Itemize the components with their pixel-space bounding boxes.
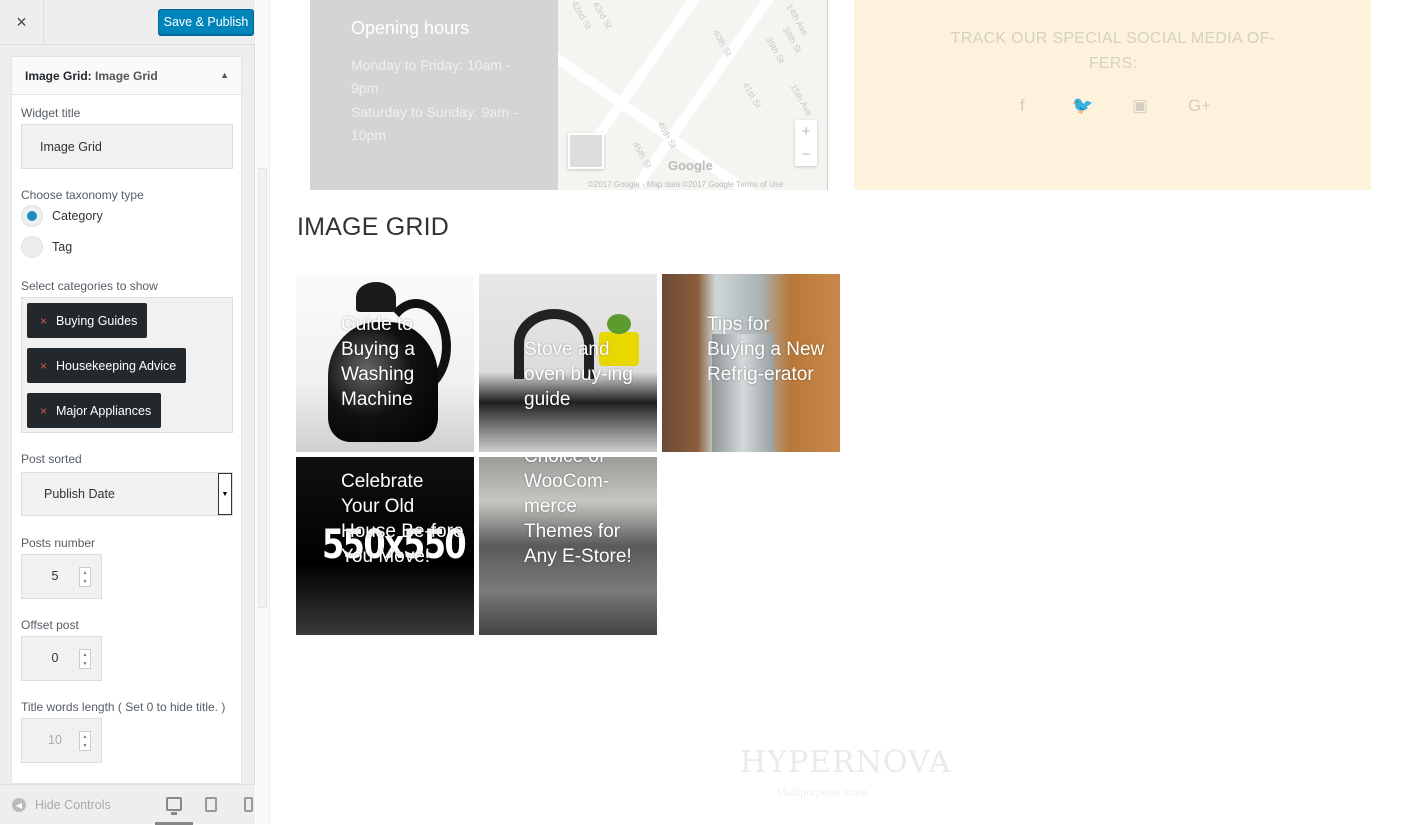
- customizer-sidebar: × Save & Publish Image Grid: Image Grid …: [0, 0, 255, 825]
- opening-hours-title: Opening hours: [351, 18, 470, 38]
- taxonomy-label: Choose taxonomy type: [21, 188, 144, 202]
- remove-icon[interactable]: ×: [40, 404, 47, 418]
- category-chip[interactable]: × Buying Guides: [27, 303, 148, 338]
- site-preview: Opening hours Monday to Friday: 10am - 9…: [272, 0, 1411, 824]
- post-sorted-label: Post sorted: [21, 452, 82, 466]
- offset-label: Offset post: [21, 618, 79, 632]
- desktop-preview-icon[interactable]: [166, 797, 182, 815]
- grid-tile[interactable]: Tips for Buying a New Refrig-erator: [662, 274, 840, 452]
- remove-icon[interactable]: ×: [40, 314, 47, 328]
- facebook-icon[interactable]: f: [1020, 96, 1025, 116]
- chevron-down-icon[interactable]: ▼: [218, 473, 232, 515]
- collapse-icon: ◀: [12, 798, 26, 812]
- grid-tile-title[interactable]: Guide to Buying a Washing Machine: [341, 312, 466, 412]
- satellite-thumbnail[interactable]: [568, 133, 604, 169]
- widget-header[interactable]: Image Grid: Image Grid ▲: [12, 57, 241, 95]
- mobile-preview-icon[interactable]: [244, 797, 253, 812]
- zoom-out-icon[interactable]: −: [795, 143, 817, 166]
- map-street-label: 39th St: [763, 35, 787, 65]
- google-plus-icon[interactable]: G+: [1188, 96, 1211, 116]
- opening-hours-line: Saturday to Sunday: 9am - 10pm: [351, 104, 518, 143]
- category-chip[interactable]: × Major Appliances: [27, 393, 162, 428]
- map-embed[interactable]: 42nd St 43rd St 14th Ave 40th St 39th St…: [558, 0, 828, 190]
- instagram-icon[interactable]: ▣: [1132, 96, 1148, 116]
- customizer-footer: ◀ Hide Controls: [0, 784, 255, 825]
- map-street-label: 45th St: [630, 140, 654, 170]
- radio-category-label: Category: [52, 209, 103, 223]
- map-zoom-control[interactable]: + −: [795, 120, 817, 166]
- radio-tag-label: Tag: [52, 240, 73, 254]
- post-sorted-select[interactable]: Publish Date ▼: [21, 472, 233, 516]
- site-logo[interactable]: HYPERNOVA: [740, 745, 951, 780]
- widget-title-label: Widget title: [21, 106, 81, 120]
- site-tagline: Multipurpose store: [777, 787, 868, 799]
- grid-tile-title[interactable]: Choice of WooCom-merce Themes for Any E-…: [524, 457, 649, 569]
- spinner-icon[interactable]: ▲ ▼: [79, 731, 91, 751]
- offset-input[interactable]: 0 ▲ ▼: [21, 636, 102, 681]
- category-chip-label: Buying Guides: [56, 313, 138, 328]
- radio-category[interactable]: [21, 205, 43, 227]
- category-chip-label: Major Appliances: [56, 403, 152, 418]
- map-street-label: 41st St: [740, 80, 764, 110]
- tablet-preview-icon[interactable]: [205, 797, 217, 812]
- post-sorted-value: Publish Date: [44, 487, 115, 501]
- map-street-label: 43rd St: [590, 0, 615, 31]
- collapse-arrow-icon[interactable]: ▲: [220, 70, 229, 80]
- twitter-icon[interactable]: 🐦: [1072, 96, 1093, 116]
- image-grid-heading: IMAGE GRID: [297, 213, 450, 241]
- grid-tile-title[interactable]: Tips for Buying a New Refrig-erator: [707, 312, 832, 387]
- spinner-icon[interactable]: ▲ ▼: [79, 649, 91, 669]
- close-icon[interactable]: ×: [0, 0, 44, 44]
- title-words-input[interactable]: 10 ▲ ▼: [21, 718, 102, 763]
- grid-tile[interactable]: Choice of WooCom-merce Themes for Any E-…: [479, 457, 657, 635]
- sidebar-scrollbar-thumb[interactable]: [258, 168, 267, 608]
- hide-controls-label: Hide Controls: [35, 798, 111, 812]
- opening-hours-card: Opening hours Monday to Friday: 10am - 9…: [310, 0, 558, 190]
- tile-image: [356, 282, 396, 312]
- category-chip-label: Housekeeping Advice: [56, 358, 177, 373]
- title-words-label: Title words length ( Set 0 to hide title…: [21, 700, 226, 714]
- widget-header-title: Image Grid: Image Grid: [25, 69, 158, 83]
- map-street-label: 15th Ave: [788, 82, 815, 118]
- save-publish-button[interactable]: Save & Publish: [158, 9, 254, 35]
- grid-tile[interactable]: Stove and oven buy-ing guide: [479, 274, 657, 452]
- categories-label: Select categories to show: [21, 279, 158, 293]
- posts-number-input[interactable]: 5 ▲ ▼: [21, 554, 102, 599]
- categories-select[interactable]: × Buying Guides × Housekeeping Advice × …: [21, 297, 233, 433]
- hide-controls-button[interactable]: ◀ Hide Controls: [12, 798, 111, 812]
- grid-tile[interactable]: Guide to Buying a Washing Machine: [296, 274, 474, 452]
- posts-number-label: Posts number: [21, 536, 96, 550]
- map-copyright: ©2017 Google - Map data ©2017 Google Ter…: [588, 180, 784, 189]
- customizer-header: × Save & Publish: [0, 0, 255, 45]
- zoom-in-icon[interactable]: +: [795, 120, 817, 143]
- widget-title-input[interactable]: Image Grid: [21, 124, 233, 169]
- remove-icon[interactable]: ×: [40, 359, 47, 373]
- opening-hours-line: Monday to Friday: 10am - 9pm: [351, 57, 511, 96]
- social-offers-card: TRACK OUR SPECIAL SOCIAL MEDIA OF-FERS: …: [854, 0, 1371, 190]
- social-offers-title: TRACK OUR SPECIAL SOCIAL MEDIA OF-FERS:: [950, 30, 1276, 72]
- radio-tag[interactable]: [21, 236, 43, 258]
- widget-panel: Image Grid: Image Grid ▲ Widget title Im…: [11, 56, 242, 784]
- grid-tile-title[interactable]: Celebrate Your Old House Be-fore You Mov…: [341, 469, 466, 569]
- category-chip[interactable]: × Housekeeping Advice: [27, 348, 187, 383]
- grid-tile-title[interactable]: Stove and oven buy-ing guide: [524, 337, 649, 412]
- google-logo: Google: [668, 158, 713, 173]
- spinner-icon[interactable]: ▲ ▼: [79, 567, 91, 587]
- grid-tile[interactable]: 550x550 Celebrate Your Old House Be-fore…: [296, 457, 474, 635]
